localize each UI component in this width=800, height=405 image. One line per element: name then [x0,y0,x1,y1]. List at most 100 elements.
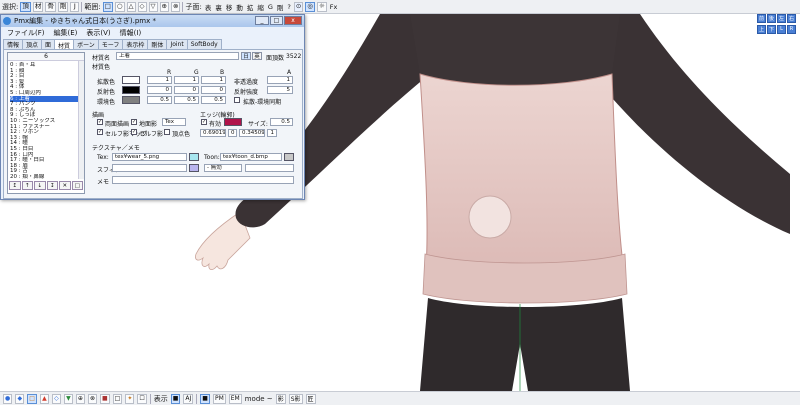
select-joint-button[interactable]: J [70,1,80,12]
diamond-outline-icon[interactable]: ◇ [51,393,61,404]
tab-rigidbody[interactable]: 剛体 [147,39,168,49]
toon-swatch[interactable] [284,153,294,161]
tex-mode-select[interactable]: Tex [162,118,186,126]
back-button[interactable]: 裏 [214,2,223,12]
menu-file[interactable]: ファイル(F) [7,28,45,38]
sphere-mode-select[interactable]: - 無効 [204,164,242,172]
specular-g-field[interactable]: 0 [174,86,199,94]
ambient-r-field[interactable]: 0.5 [147,96,172,104]
nonpass-field[interactable]: 1 [267,76,293,84]
menu-info[interactable]: 情報(I) [120,28,142,38]
range-diamond-button[interactable]: ◇ [137,1,147,12]
toon-path-field[interactable]: tex¥toon_d.bmp [220,153,282,161]
add-icon[interactable]: ⊕ [75,393,85,404]
add-icon[interactable]: ⊕ [159,1,169,12]
edge-enabled-checkbox[interactable]: ✓ [201,119,207,125]
mode-em-button[interactable]: EM [228,393,242,404]
diffuse-g-field[interactable]: 1 [174,76,199,84]
ambient-swatch[interactable] [122,96,140,104]
menu-view[interactable]: 表示(V) [86,28,110,38]
select-bone-button[interactable]: 骨 [45,1,56,12]
edge-color-swatch[interactable] [224,118,242,126]
view-left-button[interactable]: 左 [777,14,786,23]
menu-edit[interactable]: 編集(E) [54,28,78,38]
move-top-button[interactable]: ↥ [9,181,21,190]
minimize-button[interactable]: _ [255,16,269,25]
shadow-button[interactable]: 影 [275,393,286,404]
sync-checkbox[interactable] [234,97,240,103]
tex-swatch[interactable] [189,153,199,161]
ambient-b-field[interactable]: 0.5 [201,96,226,104]
rigid-button[interactable]: 剛 [276,2,285,12]
select-material-button[interactable]: 材 [32,1,44,12]
edge-g-field[interactable]: 0 [228,129,237,137]
diffuse-r-field[interactable]: 1 [147,76,172,84]
selfshadow-button[interactable]: S影 [288,393,303,404]
memo-field[interactable] [112,176,294,184]
mode-select[interactable]: mode ~ [245,395,273,403]
edge-size-field[interactable]: 0.5 [270,118,293,126]
selfshadow-map-checkbox[interactable]: ✓ [97,129,103,135]
vertex-color-checkbox[interactable] [164,129,170,135]
diffuse-b-field[interactable]: 1 [201,76,226,84]
globe-icon[interactable]: ◎ [305,1,315,12]
view-back-button[interactable]: 後 [767,14,776,23]
diffuse-swatch[interactable] [122,76,140,84]
move-bottom-button[interactable]: ↧ [46,181,58,190]
edge-a-field[interactable]: 1 [267,129,277,137]
sphere-extra-select[interactable] [245,164,294,172]
ambient-g-field[interactable]: 0.5 [174,96,199,104]
move-up-button[interactable]: ↑ [21,181,33,190]
both-sides-checkbox[interactable]: ✓ [97,119,103,125]
mode-solid-button[interactable]: ■ [200,393,210,404]
tex-path-field[interactable]: tex¥wear_5.png [112,153,187,161]
view-top-button[interactable]: 上 [757,24,766,34]
view-bottom-button[interactable]: 下 [767,24,776,34]
material-square-icon[interactable]: □ [27,393,37,404]
range-down-button[interactable]: ▽ [148,1,158,12]
range-circle-button[interactable]: ○ [114,1,125,12]
tab-vertex[interactable]: 頂点 [22,39,43,49]
japanese-button[interactable]: 日 [241,52,251,60]
selfshadow-checkbox[interactable]: ✓ [131,129,137,135]
motion-button[interactable]: 動 [235,2,244,12]
spec-strength-field[interactable]: 5 [267,86,293,94]
tab-joint[interactable]: Joint [166,39,188,49]
move-button[interactable]: 移 [225,2,234,12]
edge-b-field[interactable]: 0.345098 [239,129,265,137]
vertex-dot-icon[interactable]: ● [3,393,13,404]
specular-b-field[interactable]: 0 [201,86,226,94]
move-down-button[interactable]: ↓ [34,181,46,190]
scale-down-button[interactable]: 縮 [256,2,265,12]
material-name-field[interactable]: 上着 [116,52,239,60]
delete-material-button[interactable]: ✕ [59,181,71,190]
tab-bone[interactable]: ボーン [73,39,99,49]
camera-icon[interactable]: ⊙ [293,1,304,12]
star-icon[interactable]: ✦ [125,393,135,404]
ground-shadow-checkbox[interactable]: ✓ [131,119,137,125]
remove-icon[interactable]: ⊗ [87,393,97,404]
tab-morph[interactable]: モーフ [97,39,124,49]
help-button[interactable]: ? [286,3,291,11]
maximize-button[interactable]: □ [270,16,283,25]
tab-softbody[interactable]: SoftBody [186,39,222,49]
light-icon[interactable]: ☼ [316,1,327,12]
triangle-icon[interactable]: ▲ [39,393,49,404]
view-right-button[interactable]: 右 [787,14,796,23]
display-solid-button[interactable]: ■ [170,393,181,404]
edge-r-field[interactable]: 0.690196 [200,129,226,137]
mode-pm-button[interactable]: PM [212,393,226,404]
specular-r-field[interactable]: 0 [147,86,172,94]
down-triangle-icon[interactable]: ▼ [63,393,73,404]
view-r-button[interactable]: R [787,24,796,34]
view-front-button[interactable]: 前 [757,14,766,23]
frame-icon[interactable]: ☐ [137,393,147,404]
tab-face[interactable]: 面 [41,39,56,49]
select-vertex-button[interactable]: 頂 [20,1,31,12]
scale-up-button[interactable]: 拡 [246,2,255,12]
close-button[interactable]: x [284,16,302,25]
group-button[interactable]: G [267,3,274,11]
fill-square-icon[interactable]: ■ [99,393,110,404]
fx-button[interactable]: Fx [329,3,339,11]
specular-swatch[interactable] [122,86,140,94]
